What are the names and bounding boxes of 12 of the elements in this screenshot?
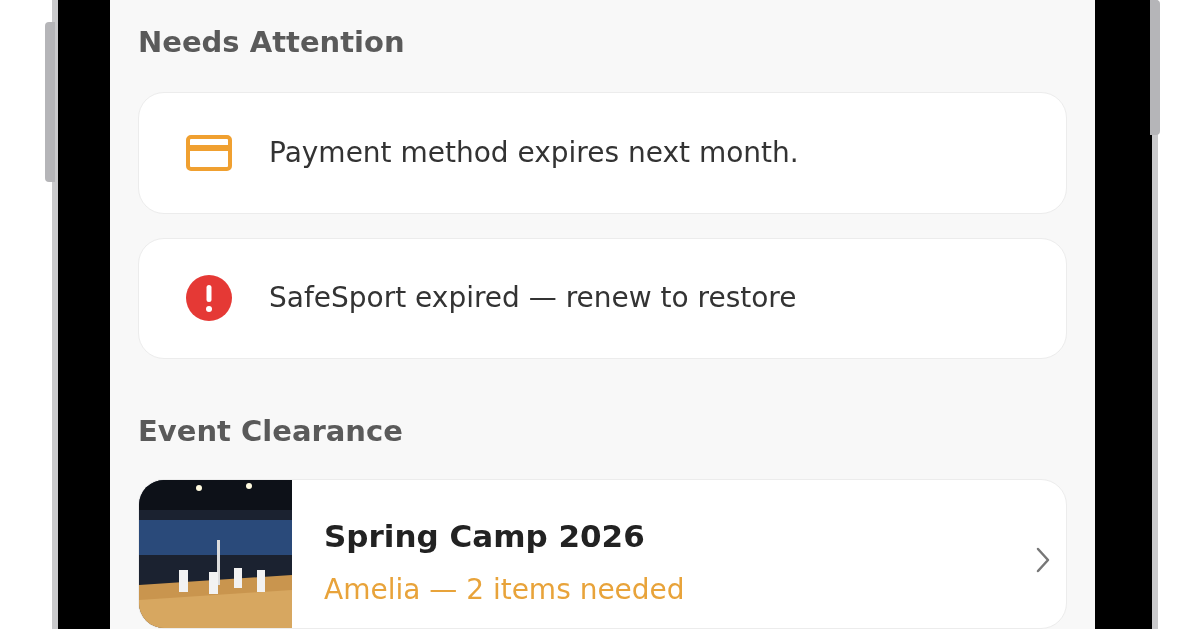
alert-text: Payment method expires next month. bbox=[269, 134, 799, 171]
alert-card[interactable]: SafeSport expired — renew to restore bbox=[138, 237, 1067, 359]
event-title: Spring Camp 2026 bbox=[324, 517, 646, 556]
event-subtitle: Amelia — 2 items needed bbox=[324, 572, 686, 608]
section-heading: Needs Attention bbox=[138, 24, 406, 61]
alert-icon bbox=[186, 275, 232, 322]
alert-card[interactable]: Payment method expires next month. bbox=[138, 92, 1067, 214]
chevron-right-icon bbox=[1036, 547, 1050, 573]
credit-card-icon bbox=[185, 133, 233, 172]
section-heading: Event Clearance bbox=[138, 413, 404, 450]
alert-text: SafeSport expired — renew to restore bbox=[269, 280, 797, 317]
event-card[interactable]: Spring Camp 2026 Amelia — 2 items needed bbox=[138, 479, 1067, 629]
